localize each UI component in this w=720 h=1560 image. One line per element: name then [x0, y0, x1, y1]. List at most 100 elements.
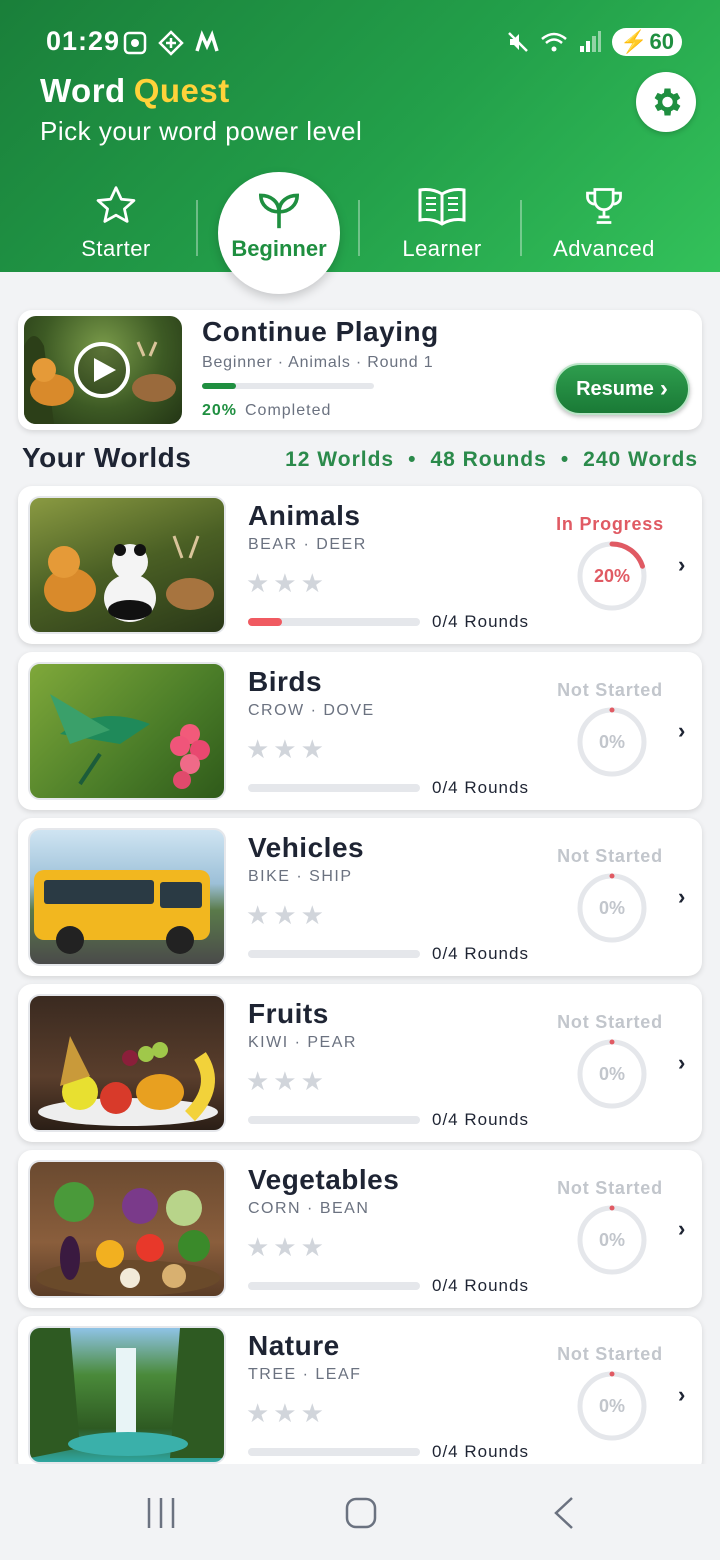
notification-icons	[122, 30, 220, 56]
world-progress-bar	[248, 950, 420, 958]
tab-label: Advanced	[553, 236, 655, 261]
world-card-fruits[interactable]: Fruits KIWI · PEAR ★★★ 0/4 Rounds Not St…	[18, 984, 702, 1142]
continue-playing-card[interactable]: Continue Playing Beginner · Animals · Ro…	[18, 310, 702, 430]
world-progress-bar	[248, 1116, 420, 1124]
tab-divider	[196, 200, 198, 256]
world-illustration	[34, 870, 210, 954]
wifi-icon	[541, 32, 567, 52]
world-thumbnail	[28, 1160, 226, 1298]
m-app-icon	[195, 30, 219, 52]
continue-meta: Beginner · Animals · Round 1	[202, 354, 434, 371]
world-words: BEAR · DEER	[248, 536, 367, 553]
settings-button[interactable]	[636, 72, 696, 132]
worlds-stats: 12 Worlds • 48 Rounds • 240 Words	[285, 448, 698, 472]
world-illustration	[44, 535, 214, 622]
star-rating: ★★★	[246, 568, 328, 598]
app-logo: Word Quest	[40, 72, 230, 110]
app-icon	[158, 30, 184, 56]
tab-label: Starter	[81, 236, 151, 261]
world-words: CORN · BEAN	[248, 1200, 370, 1217]
world-card-vegetables[interactable]: Vegetables CORN · BEAN ★★★ 0/4 Rounds No…	[18, 1150, 702, 1308]
tab-starter[interactable]: Starter	[36, 180, 196, 262]
world-rounds: 0/4 Rounds	[432, 1276, 529, 1295]
world-status: Not Started	[557, 1344, 663, 1364]
world-illustration	[50, 694, 210, 789]
star-rating: ★★★	[246, 1398, 328, 1428]
world-name: Vegetables	[248, 1164, 400, 1195]
tab-beginner[interactable]: Beginner	[218, 172, 340, 294]
tab-advanced[interactable]: Advanced	[524, 180, 684, 262]
star-rating: ★★★	[246, 734, 328, 764]
world-status: In Progress	[556, 514, 664, 534]
sprout-icon	[258, 193, 300, 229]
world-words: BIKE · SHIP	[248, 868, 353, 885]
bolt-icon: ⚡	[620, 29, 648, 54]
chevron-right-icon[interactable]: ›	[678, 1216, 685, 1242]
continue-percent: 20%	[202, 402, 238, 419]
tab-label: Learner	[402, 236, 482, 261]
world-percent: 0%	[598, 1395, 625, 1416]
chevron-right-icon[interactable]: ›	[678, 552, 685, 578]
world-percent: 0%	[598, 1229, 625, 1250]
separator-dot: •	[560, 448, 570, 471]
continue-thumbnail	[24, 316, 182, 424]
continue-progress-bar	[202, 383, 374, 389]
worlds-count: 12 Worlds	[285, 448, 395, 471]
tab-label: Beginner	[231, 236, 327, 261]
tab-divider	[358, 200, 360, 256]
recent-apps-icon[interactable]	[144, 1496, 178, 1530]
battery-indicator: ⚡ 60	[612, 28, 682, 56]
star-rating: ★★★	[246, 900, 328, 930]
home-icon[interactable]	[344, 1496, 378, 1530]
world-percent: 0%	[598, 1063, 625, 1084]
world-card-birds[interactable]: Birds CROW · DOVE ★★★ 0/4 Rounds Not Sta…	[18, 652, 702, 810]
resume-label: Resume	[576, 377, 654, 400]
world-percent: 0%	[598, 731, 625, 752]
world-status: Not Started	[557, 846, 663, 866]
world-words: KIWI · PEAR	[248, 1034, 357, 1051]
trophy-icon	[586, 188, 622, 224]
world-rounds: 0/4 Rounds	[432, 778, 529, 797]
chevron-right-icon: ›	[659, 375, 668, 402]
world-card-nature[interactable]: Nature TREE · LEAF ★★★ 0/4 Rounds Not St…	[18, 1316, 702, 1474]
world-card-animals[interactable]: Animals BEAR · DEER ★★★ 0/4 Rounds In Pr…	[18, 486, 702, 644]
world-rounds: 0/4 Rounds	[432, 944, 529, 963]
world-thumbnail	[28, 994, 226, 1132]
battery-level: 60	[649, 29, 674, 54]
world-thumbnail	[28, 828, 226, 966]
progress-fill	[248, 618, 283, 626]
star-rating: ★★★	[246, 1066, 328, 1096]
words-count: 240 Words	[583, 448, 698, 471]
star-icon	[96, 186, 136, 223]
world-name: Birds	[248, 666, 323, 697]
world-illustration	[36, 1182, 220, 1296]
separator-dot: •	[408, 448, 417, 471]
world-status: Not Started	[557, 1178, 663, 1198]
world-words: CROW · DOVE	[248, 702, 375, 719]
resume-button[interactable]: Resume ›	[554, 363, 690, 415]
level-tabs: Starter Learner Advanced	[0, 172, 720, 282]
world-illustration	[30, 1328, 224, 1458]
world-rounds: 0/4 Rounds	[432, 1110, 529, 1129]
back-icon[interactable]	[550, 1496, 580, 1530]
world-card-vehicles[interactable]: Vehicles BIKE · SHIP ★★★ 0/4 Rounds Not …	[18, 818, 702, 976]
rounds-count: 48 Rounds	[430, 448, 547, 471]
chevron-right-icon[interactable]: ›	[678, 1050, 685, 1076]
world-percent: 20%	[593, 565, 631, 586]
world-thumbnail	[28, 496, 226, 634]
star-rating: ★★★	[246, 1232, 328, 1262]
chevron-right-icon[interactable]: ›	[678, 718, 685, 744]
world-rounds: 0/4 Rounds	[432, 612, 529, 631]
world-illustration	[38, 1036, 218, 1126]
system-nav-bar	[0, 1464, 720, 1560]
screenshot-icon	[123, 31, 147, 55]
continue-title: Continue Playing	[202, 316, 439, 347]
continue-completed-label: Completed	[245, 402, 332, 419]
world-name: Vehicles	[248, 832, 365, 863]
tab-learner[interactable]: Learner	[362, 180, 522, 262]
world-progress-bar	[248, 1282, 420, 1290]
world-words: TREE · LEAF	[248, 1366, 362, 1383]
animals-illustration	[24, 336, 176, 424]
chevron-right-icon[interactable]: ›	[678, 884, 685, 910]
chevron-right-icon[interactable]: ›	[678, 1382, 685, 1408]
